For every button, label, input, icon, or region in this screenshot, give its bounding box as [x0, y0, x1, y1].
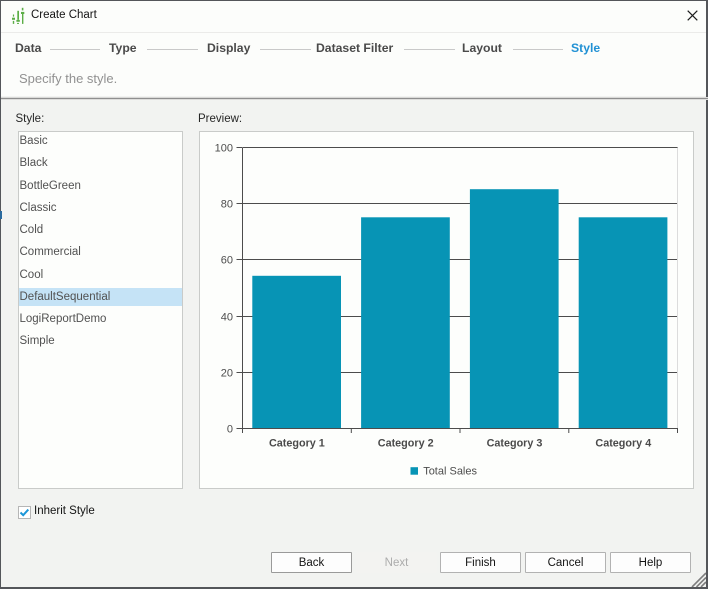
svg-text:80: 80: [221, 198, 233, 210]
svg-text:20: 20: [221, 367, 233, 379]
svg-text:Category 3: Category 3: [487, 438, 543, 450]
svg-text:60: 60: [221, 254, 233, 266]
svg-text:Category 4: Category 4: [595, 438, 651, 450]
svg-text:Category 1: Category 1: [269, 438, 325, 450]
svg-text:0: 0: [227, 423, 233, 435]
svg-text:Category 2: Category 2: [378, 438, 434, 450]
svg-text:Total Sales: Total Sales: [423, 466, 477, 478]
svg-text:100: 100: [215, 142, 233, 154]
svg-text:40: 40: [221, 311, 233, 323]
